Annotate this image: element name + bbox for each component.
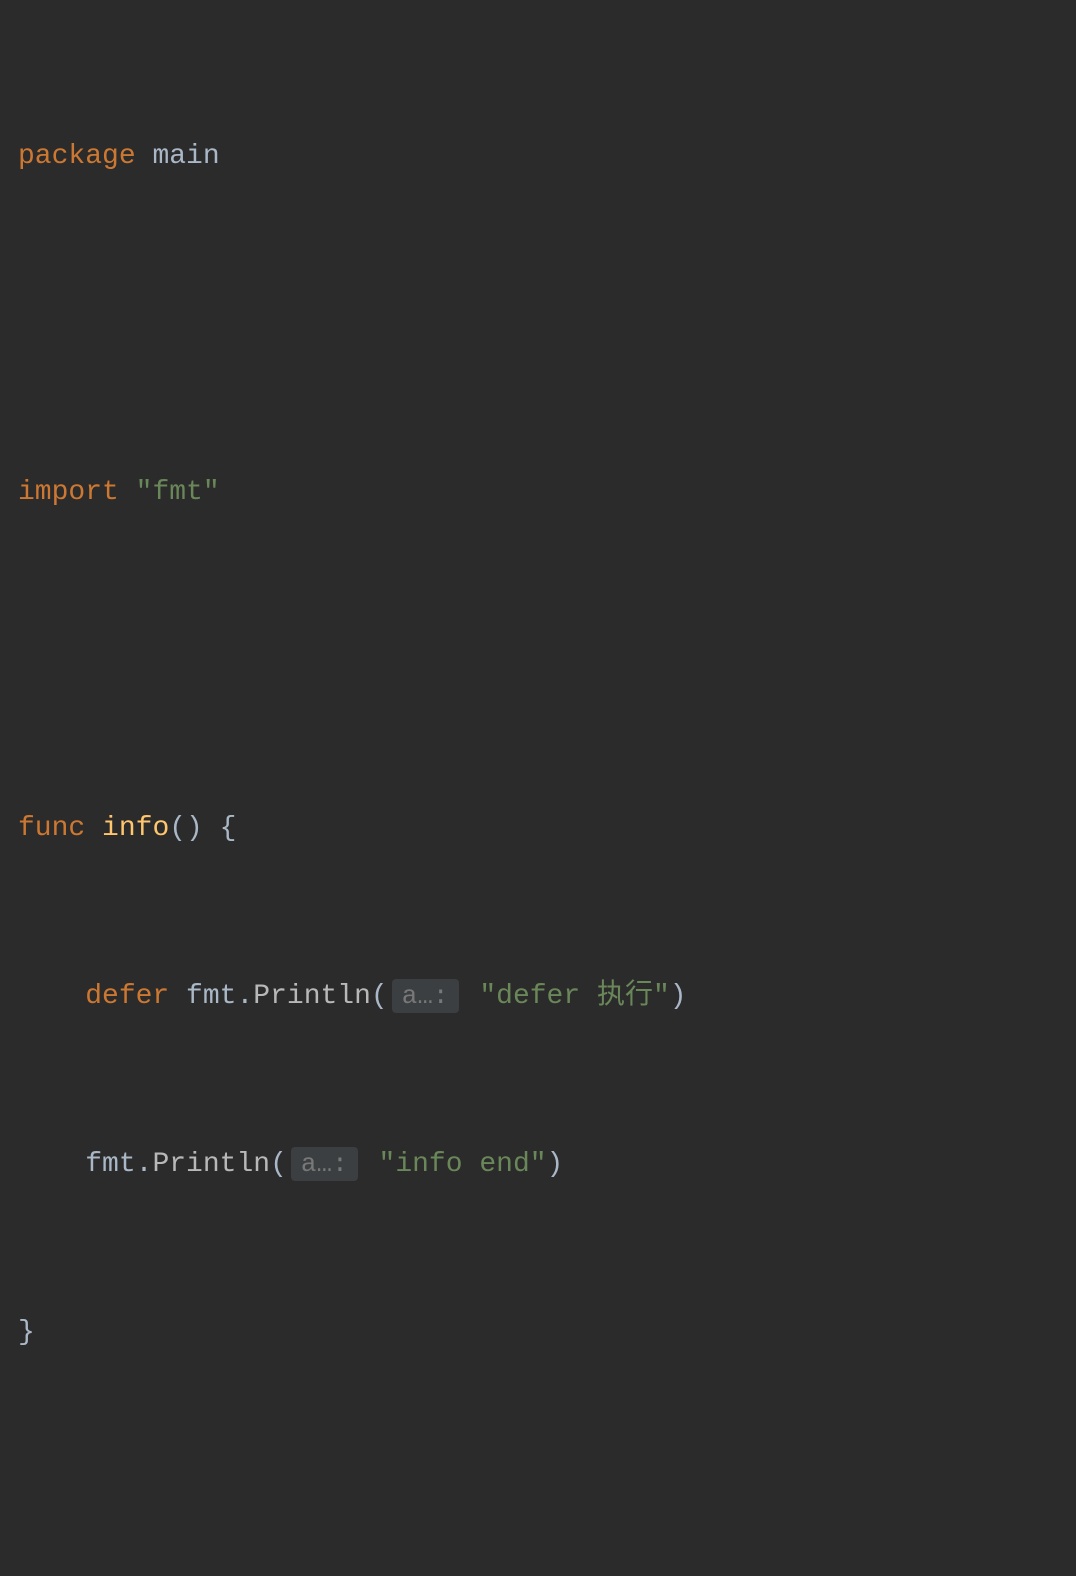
brace-close: } [18, 1317, 35, 1348]
indent [18, 981, 85, 1012]
code-line[interactable]: package main [18, 136, 1076, 178]
keyword-package: package [18, 141, 136, 172]
paren-open: ( [371, 981, 388, 1012]
func-name: info [102, 813, 169, 844]
code-line[interactable]: } [18, 1312, 1076, 1354]
func-call: Println [152, 1149, 270, 1180]
paren-close: ) [670, 981, 687, 1012]
pkg-ref: fmt [85, 1149, 135, 1180]
string-literal: "defer 执行" [479, 981, 669, 1012]
code-line[interactable]: fmt.Println(a…: "info end") [18, 1144, 1076, 1186]
blank-line[interactable] [18, 640, 1076, 682]
code-line[interactable]: import "fmt" [18, 472, 1076, 514]
code-line[interactable]: func info() { [18, 808, 1076, 850]
keyword-import: import [18, 477, 119, 508]
paren-close: ) [547, 1149, 564, 1180]
keyword-func: func [18, 813, 85, 844]
package-name: main [152, 141, 219, 172]
code-editor[interactable]: package main import "fmt" func info() { … [0, 0, 1076, 1576]
code-line[interactable]: defer fmt.Println(a…: "defer 执行") [18, 976, 1076, 1018]
blank-line[interactable] [18, 304, 1076, 346]
pkg-ref: fmt [186, 981, 236, 1012]
string-literal: "info end" [379, 1149, 547, 1180]
import-path: "fmt" [136, 477, 220, 508]
paren-open: ( [270, 1149, 287, 1180]
param-hint: a…: [392, 979, 459, 1013]
dot: . [136, 1149, 153, 1180]
brace-open: { [220, 813, 237, 844]
indent [18, 1149, 85, 1180]
blank-line[interactable] [18, 1480, 1076, 1522]
keyword-defer: defer [85, 981, 169, 1012]
param-hint: a…: [291, 1147, 358, 1181]
dot: . [236, 981, 253, 1012]
func-call: Println [253, 981, 371, 1012]
parens: () [169, 813, 203, 844]
